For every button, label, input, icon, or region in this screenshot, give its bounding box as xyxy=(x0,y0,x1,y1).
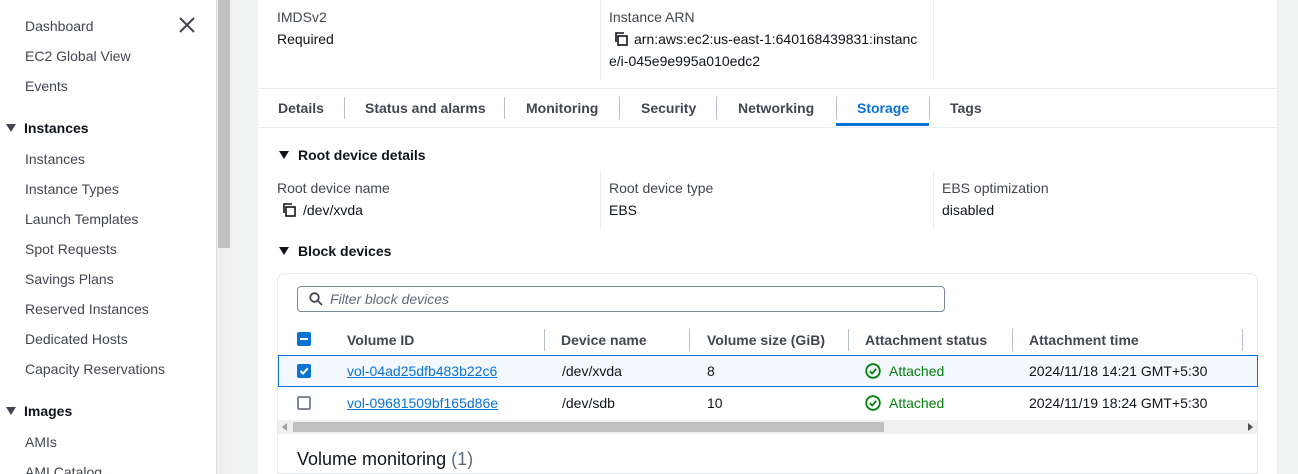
nav-amis[interactable]: AMIs xyxy=(25,433,57,451)
divider xyxy=(600,0,601,80)
volume-monitoring-heading: Volume monitoring (1) xyxy=(297,448,473,470)
filter-block-devices xyxy=(297,286,945,312)
imds-value: Required xyxy=(277,31,334,47)
column-resizer[interactable] xyxy=(1242,329,1243,351)
nav-section-instances[interactable]: Instances xyxy=(6,119,89,137)
table-horizontal-scrollbar[interactable] xyxy=(278,420,1257,434)
copy-icon[interactable] xyxy=(613,31,629,47)
caret-down-icon xyxy=(279,151,289,159)
nav-instances[interactable]: Instances xyxy=(25,150,85,168)
tab-networking[interactable]: Networking xyxy=(738,89,814,127)
caret-down-icon xyxy=(6,124,16,132)
instance-arn-value-line2: e/i-045e9e995a010edc2 xyxy=(609,53,761,69)
close-icon[interactable] xyxy=(178,16,196,34)
tab-details[interactable]: Details xyxy=(278,89,324,127)
device-name-cell: /dev/sdb xyxy=(562,395,615,411)
nav-savings-plans[interactable]: Savings Plans xyxy=(25,270,114,288)
nav-spot-requests[interactable]: Spot Requests xyxy=(25,240,117,258)
row-checkbox[interactable] xyxy=(297,396,311,410)
scroll-left-icon[interactable] xyxy=(282,423,287,431)
row-checkbox[interactable] xyxy=(297,364,311,378)
caret-down-icon xyxy=(6,407,16,415)
block-devices-toggle[interactable]: Block devices xyxy=(279,242,391,260)
nav-reserved-instances[interactable]: Reserved Instances xyxy=(25,300,149,318)
column-resizer[interactable] xyxy=(689,329,690,351)
tab-tags[interactable]: Tags xyxy=(950,89,982,127)
attachment-time-cell: 2024/11/18 14:21 GMT+5:30 xyxy=(1029,363,1208,379)
tab-separator xyxy=(929,97,930,119)
column-header-volume-size[interactable]: Volume size (GiB) xyxy=(707,331,825,349)
divider xyxy=(933,0,934,80)
success-check-icon xyxy=(865,395,881,411)
ebs-optimization-label: EBS optimization xyxy=(942,180,1049,196)
sidebar-scrollbar-thumb[interactable] xyxy=(218,0,230,248)
device-name-cell: /dev/xvda xyxy=(562,363,622,379)
nav-dashboard[interactable]: Dashboard xyxy=(25,17,94,35)
attachment-status-cell: Attached xyxy=(889,395,945,411)
select-all-checkbox[interactable] xyxy=(297,332,311,346)
tab-security[interactable]: Security xyxy=(641,89,696,127)
divider xyxy=(600,172,601,228)
volume-id-link[interactable]: vol-04ad25dfb483b22c6 xyxy=(347,362,497,380)
column-header-volume-id[interactable]: Volume ID xyxy=(347,331,414,349)
volume-id-link[interactable]: vol-09681509bf165d86e xyxy=(347,394,498,412)
volume-monitoring-title: Volume monitoring xyxy=(297,449,447,469)
volume-size-cell: 10 xyxy=(707,395,723,411)
root-device-type-value: EBS xyxy=(609,202,638,218)
volume-size-cell: 8 xyxy=(707,363,715,379)
column-header-attachment-time[interactable]: Attachment time xyxy=(1029,331,1139,349)
column-resizer[interactable] xyxy=(544,329,545,351)
tab-separator xyxy=(716,97,717,119)
tab-separator xyxy=(836,97,837,119)
root-device-name-value: /dev/xvda xyxy=(303,202,363,218)
active-tab-indicator xyxy=(836,123,929,126)
root-device-type-label: Root device type xyxy=(609,180,714,196)
volume-monitoring-count: (1) xyxy=(451,449,474,469)
tab-separator xyxy=(344,97,345,119)
scroll-right-icon[interactable] xyxy=(1248,423,1253,431)
root-device-details-toggle[interactable]: Root device details xyxy=(279,146,426,164)
nav-ec2-global-view[interactable]: EC2 Global View xyxy=(25,47,131,65)
nav-events[interactable]: Events xyxy=(25,77,68,95)
block-devices-heading: Block devices xyxy=(298,243,392,259)
tab-separator xyxy=(504,97,505,119)
copy-icon[interactable] xyxy=(281,202,297,218)
nav-section-instances-label: Instances xyxy=(24,120,89,136)
column-header-attachment-status[interactable]: Attachment status xyxy=(865,331,987,349)
tab-storage[interactable]: Storage xyxy=(857,89,909,127)
filter-input[interactable] xyxy=(330,289,930,309)
column-header-device-name[interactable]: Device name xyxy=(561,331,647,349)
nav-dedicated-hosts[interactable]: Dedicated Hosts xyxy=(25,330,128,348)
success-check-icon xyxy=(865,363,881,379)
tab-status-and-alarms[interactable]: Status and alarms xyxy=(365,89,486,127)
root-device-details-heading: Root device details xyxy=(298,147,426,163)
tab-monitoring[interactable]: Monitoring xyxy=(526,89,598,127)
imds-label: IMDSv2 xyxy=(277,9,327,25)
attachment-status-cell: Attached xyxy=(889,363,945,379)
instance-arn-label: Instance ARN xyxy=(609,9,695,25)
column-resizer[interactable] xyxy=(848,329,849,351)
nav-section-images[interactable]: Images xyxy=(6,402,72,420)
attachment-time-cell: 2024/11/19 18:24 GMT+5:30 xyxy=(1029,395,1208,411)
ebs-optimization-value: disabled xyxy=(942,202,995,218)
scrollbar-thumb[interactable] xyxy=(293,422,884,432)
divider xyxy=(933,172,934,228)
instance-arn-value-line1: arn:aws:ec2:us-east-1:640168439831:insta… xyxy=(634,31,918,47)
nav-launch-templates[interactable]: Launch Templates xyxy=(25,210,138,228)
nav-ami-catalog[interactable]: AMI Catalog xyxy=(25,463,102,474)
root-device-name-label: Root device name xyxy=(277,180,390,196)
nav-capacity-reservations[interactable]: Capacity Reservations xyxy=(25,360,165,378)
nav-section-images-label: Images xyxy=(24,403,73,419)
search-icon xyxy=(309,292,323,306)
caret-down-icon xyxy=(279,247,289,255)
column-resizer[interactable] xyxy=(1012,329,1013,351)
nav-instance-types[interactable]: Instance Types xyxy=(25,180,119,198)
tab-separator xyxy=(619,97,620,119)
